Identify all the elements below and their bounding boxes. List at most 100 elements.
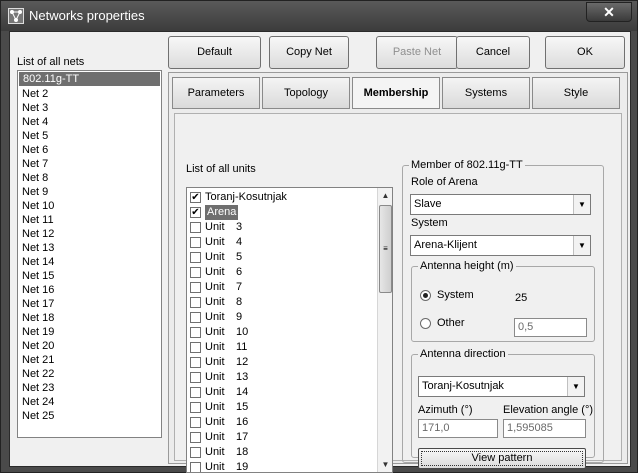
direction-target-select[interactable]: Toranj-Kosutnjak ▼ — [418, 376, 585, 397]
unit-row[interactable]: Unit 9 — [187, 310, 375, 325]
tab-parameters[interactable]: Parameters — [172, 77, 260, 109]
net-list-item[interactable]: Net 22 — [18, 367, 161, 381]
unit-number: 12 — [236, 356, 249, 368]
net-list-item[interactable]: Net 20 — [18, 339, 161, 353]
scroll-up-icon[interactable]: ▲ — [378, 188, 392, 203]
unit-checkbox[interactable] — [190, 462, 201, 472]
scroll-down-icon[interactable]: ▼ — [378, 457, 392, 472]
net-list[interactable]: 802.11g-TT Net 2 Net 3 Net 4 Net 5 Net 6 Net 7… — [17, 70, 162, 438]
unit-checkbox[interactable] — [190, 222, 201, 233]
unit-row[interactable]: Unit 12 — [187, 355, 375, 370]
unit-row[interactable]: Unit 13 — [187, 370, 375, 385]
unit-row[interactable]: Unit 10 — [187, 325, 375, 340]
net-list-item[interactable]: Net 15 — [18, 269, 161, 283]
unit-row[interactable]: Unit 14 — [187, 385, 375, 400]
unit-checkbox[interactable] — [190, 282, 201, 293]
direction-target-value: Toranj-Kosutnjak — [422, 380, 504, 392]
net-list-item[interactable]: Net 9 — [18, 185, 161, 199]
unit-row[interactable]: Unit 6 — [187, 265, 375, 280]
unit-name: Unit — [205, 311, 225, 323]
unit-checkbox[interactable] — [190, 297, 201, 308]
net-list-item[interactable]: Net 24 — [18, 395, 161, 409]
copy-net-button[interactable]: Copy Net — [269, 36, 349, 69]
ok-button[interactable]: OK — [545, 36, 625, 69]
net-list-item[interactable]: Net 8 — [18, 171, 161, 185]
unit-number: 6 — [236, 266, 243, 278]
units-list[interactable]: ✔ Toranj-Kosutnjak ✔ Arena Unit 3 Unit 4 Unit 5 Un… — [186, 187, 393, 473]
tab-topology[interactable]: Topology — [262, 77, 350, 109]
net-list-item[interactable]: 802.11g-TT — [19, 72, 160, 86]
close-button[interactable]: ✕ — [586, 2, 632, 22]
chevron-down-icon: ▼ — [573, 236, 590, 255]
net-list-item[interactable]: Net 11 — [18, 213, 161, 227]
net-list-item[interactable]: Net 13 — [18, 241, 161, 255]
default-parameters-button[interactable]: Default parameters — [168, 36, 261, 89]
unit-row[interactable]: Unit 16 — [187, 415, 375, 430]
unit-row[interactable]: Unit 18 — [187, 445, 375, 460]
unit-checkbox[interactable]: ✔ — [190, 192, 201, 203]
unit-checkbox[interactable] — [190, 432, 201, 443]
unit-row[interactable]: Unit 17 — [187, 430, 375, 445]
system-select[interactable]: Arena-Klijent ▼ — [410, 235, 591, 256]
net-list-item[interactable]: Net 21 — [18, 353, 161, 367]
azimuth-input[interactable]: 171,0 — [418, 419, 498, 438]
unit-checkbox[interactable]: ✔ — [190, 207, 201, 218]
unit-row[interactable]: Unit 7 — [187, 280, 375, 295]
role-select[interactable]: Slave ▼ — [410, 194, 591, 215]
net-list-item[interactable]: Net 23 — [18, 381, 161, 395]
unit-row[interactable]: Unit 11 — [187, 340, 375, 355]
unit-row[interactable]: ✔ Toranj-Kosutnjak — [187, 190, 375, 205]
unit-row[interactable]: ✔ Arena — [187, 205, 375, 220]
net-list-item[interactable]: Net 3 — [18, 101, 161, 115]
net-list-item[interactable]: Net 5 — [18, 129, 161, 143]
unit-row[interactable]: Unit 15 — [187, 400, 375, 415]
net-list-item[interactable]: Net 14 — [18, 255, 161, 269]
unit-name: Unit — [205, 416, 225, 428]
net-list-item[interactable]: Net 19 — [18, 325, 161, 339]
height-system-radio[interactable] — [420, 290, 431, 301]
unit-row[interactable]: Unit 8 — [187, 295, 375, 310]
member-legend: Member of 802.11g-TT — [411, 159, 523, 171]
net-list-item[interactable]: Net 10 — [18, 199, 161, 213]
cancel-button[interactable]: Cancel — [456, 36, 530, 69]
net-list-item[interactable]: Net 18 — [18, 311, 161, 325]
unit-checkbox[interactable] — [190, 312, 201, 323]
net-list-item[interactable]: Net 25 — [18, 409, 161, 423]
paste-net-button[interactable]: Paste Net — [376, 36, 458, 69]
unit-checkbox[interactable] — [190, 417, 201, 428]
tab-style[interactable]: Style — [532, 77, 620, 109]
height-other-input[interactable]: 0,5 — [514, 318, 587, 337]
net-list-item[interactable]: Net 6 — [18, 143, 161, 157]
unit-checkbox[interactable] — [190, 357, 201, 368]
unit-number: 7 — [236, 281, 243, 293]
elevation-input[interactable]: 1,595085 — [503, 419, 586, 438]
net-list-item[interactable]: Net 7 — [18, 157, 161, 171]
unit-checkbox[interactable] — [190, 267, 201, 278]
view-pattern-button[interactable]: View pattern — [418, 448, 586, 469]
unit-checkbox[interactable] — [190, 252, 201, 263]
unit-checkbox[interactable] — [190, 402, 201, 413]
membership-page: List of all units ✔ Toranj-Kosutnjak ✔ Aren… — [174, 113, 622, 473]
unit-checkbox[interactable] — [190, 327, 201, 338]
unit-checkbox[interactable] — [190, 342, 201, 353]
net-list-item[interactable]: Net 12 — [18, 227, 161, 241]
scroll-thumb[interactable]: ≡ — [379, 205, 392, 293]
net-list-item[interactable]: Net 4 — [18, 115, 161, 129]
system-label: System — [411, 217, 448, 229]
unit-checkbox[interactable] — [190, 237, 201, 248]
height-other-radio[interactable] — [420, 318, 431, 329]
net-list-item[interactable]: Net 16 — [18, 283, 161, 297]
unit-row[interactable]: Unit 3 — [187, 220, 375, 235]
net-list-item[interactable]: Net 2 — [18, 87, 161, 101]
unit-row[interactable]: Unit 5 — [187, 250, 375, 265]
unit-checkbox[interactable] — [190, 387, 201, 398]
tab-systems[interactable]: Systems — [442, 77, 530, 109]
unit-name: Arena — [205, 205, 239, 220]
unit-row[interactable]: Unit 19 — [187, 460, 375, 472]
unit-checkbox[interactable] — [190, 372, 201, 383]
net-list-item[interactable]: Net 17 — [18, 297, 161, 311]
unit-checkbox[interactable] — [190, 447, 201, 458]
tab-membership[interactable]: Membership — [352, 77, 440, 109]
units-scrollbar[interactable]: ▲ ≡ ▼ — [377, 188, 392, 472]
unit-row[interactable]: Unit 4 — [187, 235, 375, 250]
